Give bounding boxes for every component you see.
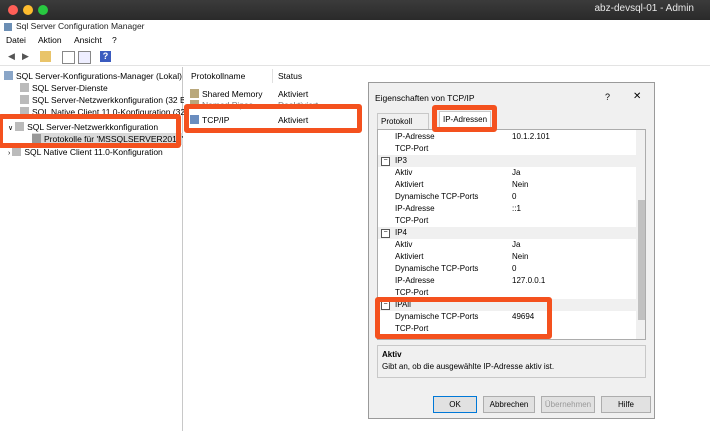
grid-category-row[interactable]: − IP3 <box>378 155 636 167</box>
tab-protokoll[interactable]: Protokoll <box>377 113 429 130</box>
property-name: TCP-Port <box>395 216 429 225</box>
network-icon <box>20 95 29 104</box>
toolbar: ◀ ▶ ? <box>0 48 710 66</box>
property-name: Dynamische TCP-Ports <box>395 264 479 273</box>
menu-datei[interactable]: Datei <box>6 35 26 45</box>
description-title: Aktiv <box>382 350 402 359</box>
services-icon <box>20 83 29 92</box>
highlight-box-tab <box>432 105 497 132</box>
menu-help[interactable]: ? <box>112 35 117 45</box>
grid-property-row[interactable]: IP-Adresse 10.1.2.101 <box>378 131 636 143</box>
up-folder-icon[interactable] <box>40 51 51 62</box>
tree-item-netzwerk-32[interactable]: SQL Server-Netzwerkkonfiguration (32 Bit… <box>20 94 193 106</box>
grid-property-row[interactable]: Dynamische TCP-Ports 0 <box>378 263 636 275</box>
app-title: Sql Server Configuration Manager <box>16 21 145 31</box>
grid-property-row[interactable]: TCP-Port <box>378 215 636 227</box>
dialog-help-button[interactable]: ? <box>605 92 610 102</box>
grid-property-row[interactable]: IP-Adresse::1 <box>378 203 636 215</box>
app-title-bar: Sql Server Configuration Manager <box>0 20 710 34</box>
property-name: Aktiv <box>395 168 413 177</box>
property-value[interactable]: Ja <box>512 167 520 179</box>
property-value[interactable]: 127.0.0.1 <box>512 275 545 287</box>
property-value[interactable]: 0 <box>512 263 516 275</box>
menu-bar: Datei Aktion Ansicht ? <box>0 34 710 47</box>
properties-dialog: Eigenschaften von TCP/IP ? ✕ Protokoll I… <box>368 82 655 419</box>
close-window-button[interactable] <box>8 5 18 15</box>
dialog-title: Eigenschaften von TCP/IP <box>375 93 475 103</box>
collapse-icon[interactable]: − <box>381 229 390 238</box>
export-icon[interactable] <box>78 51 91 64</box>
tree-root[interactable]: SQL Server-Konfigurations-Manager (Lokal… <box>4 70 182 82</box>
help-icon[interactable]: ? <box>100 51 111 62</box>
forward-arrow-icon[interactable]: ▶ <box>20 51 31 62</box>
property-name: Aktiv <box>395 240 413 249</box>
grid-property-row[interactable]: IP-Adresse 127.0.0.1 <box>378 275 636 287</box>
property-name: Aktiviert <box>395 180 424 189</box>
column-header-name[interactable]: Protokollname <box>191 71 245 81</box>
protocol-icon <box>190 89 199 98</box>
property-value[interactable]: Nein <box>512 179 528 191</box>
mac-title-bar: abz-devsql-01 - Admin <box>0 0 710 20</box>
property-name: IP-Adresse <box>395 204 435 213</box>
grid-category-label: IP3 <box>395 156 408 165</box>
grid-property-row[interactable]: TCP-Port <box>378 143 636 155</box>
property-name: Aktiviert <box>395 252 424 261</box>
chevron-right-icon[interactable]: › <box>8 150 10 157</box>
property-name: IP-Adresse <box>395 276 435 285</box>
collapse-icon[interactable]: − <box>381 157 390 166</box>
client-icon <box>12 147 22 156</box>
grid-property-row[interactable]: Aktiviert Nein <box>378 251 636 263</box>
ok-button[interactable]: OK <box>433 396 477 413</box>
highlight-box-tcpip <box>184 104 362 133</box>
scrollbar-thumb[interactable] <box>638 200 645 320</box>
properties-icon[interactable] <box>62 51 75 64</box>
property-name: IP-Adresse <box>395 132 435 141</box>
column-header-status[interactable]: Status <box>278 71 302 81</box>
property-value[interactable]: 10.1.2.101 <box>512 131 550 143</box>
property-name: Dynamische TCP-Ports <box>395 192 479 201</box>
highlight-box-ipall <box>375 297 552 339</box>
mac-window-title: abz-devsql-01 - Admin <box>594 3 695 14</box>
grid-property-row[interactable]: Aktiviert Nein <box>378 179 636 191</box>
help-button[interactable]: Hilfe <box>601 396 651 413</box>
zoom-window-button[interactable] <box>38 5 48 15</box>
property-name: TCP-Port <box>395 144 429 153</box>
grid-property-row[interactable]: Dynamische TCP-Ports 0 <box>378 191 636 203</box>
property-value[interactable]: 0 <box>512 191 516 203</box>
menu-aktion[interactable]: Aktion <box>38 35 62 45</box>
property-value[interactable]: ::1 <box>512 203 521 215</box>
protocol-list: Protokollname Status Shared Memory Aktiv… <box>184 67 364 431</box>
server-icon <box>4 71 13 80</box>
property-value[interactable]: Ja <box>512 239 520 251</box>
app-icon <box>4 23 12 31</box>
description-text: Gibt an, ob die ausgewählte IP-Adresse a… <box>382 362 555 371</box>
minimize-window-button[interactable] <box>23 5 33 15</box>
back-arrow-icon[interactable]: ◀ <box>6 51 17 62</box>
property-value[interactable]: Nein <box>512 251 528 263</box>
column-divider <box>272 69 273 83</box>
highlight-box-tree <box>0 114 181 148</box>
grid-scrollbar[interactable] <box>636 130 645 339</box>
tree-item-dienste[interactable]: SQL Server-Dienste <box>20 82 108 94</box>
grid-property-row[interactable]: Aktiv Ja <box>378 167 636 179</box>
grid-category-label: IP4 <box>395 228 408 237</box>
apply-button[interactable]: Übernehmen <box>541 396 595 413</box>
cancel-button[interactable]: Abbrechen <box>483 396 535 413</box>
description-panel: Aktiv Gibt an, ob die ausgewählte IP-Adr… <box>377 345 646 378</box>
grid-property-row[interactable]: Aktiv Ja <box>378 239 636 251</box>
grid-category-row[interactable]: − IP4 <box>378 227 636 239</box>
tree-pane: SQL Server-Konfigurations-Manager (Lokal… <box>0 67 200 431</box>
dialog-close-button[interactable]: ✕ <box>633 91 641 102</box>
menu-ansicht[interactable]: Ansicht <box>74 35 102 45</box>
